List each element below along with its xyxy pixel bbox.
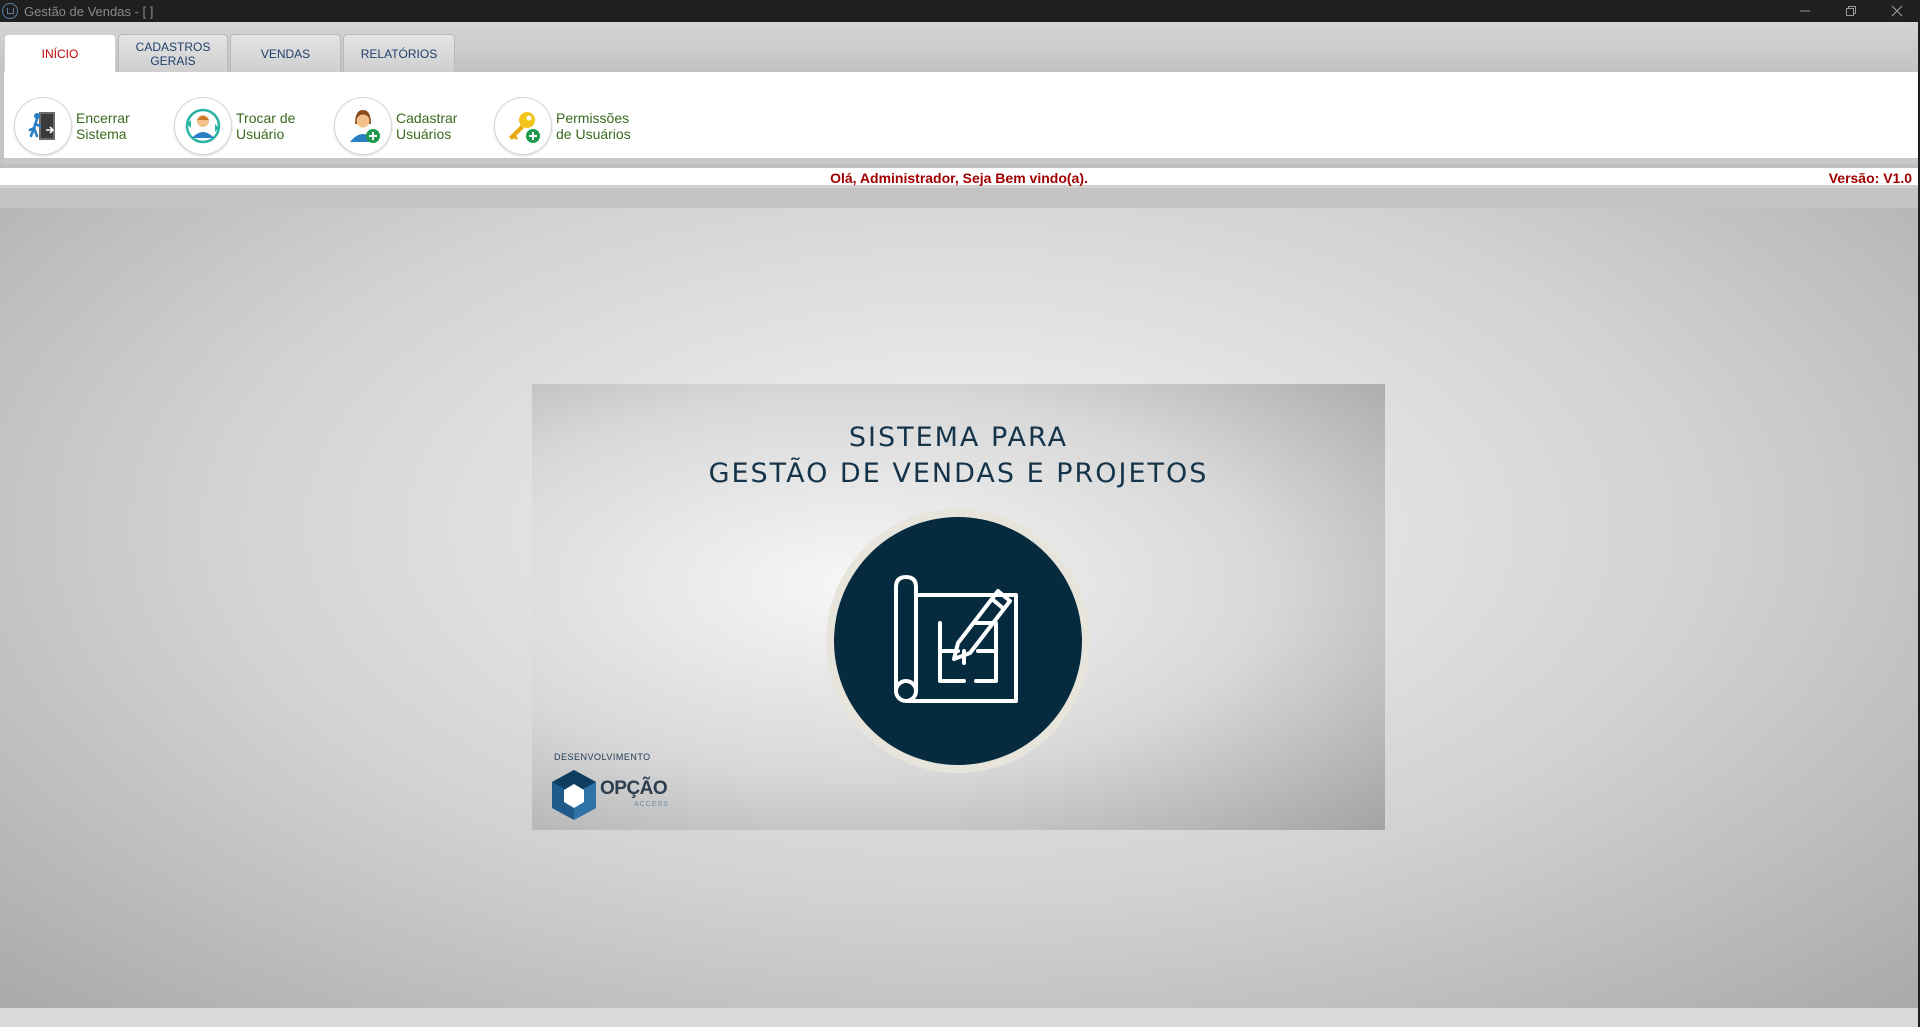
logo-text: OPÇÃO	[600, 778, 668, 799]
ribbon-panel: Encerrar Sistema Trocar de Usuário Cadas…	[4, 72, 1918, 164]
minimize-button[interactable]	[1782, 0, 1828, 22]
label-line1: Permissões	[556, 110, 630, 126]
label-line1: Cadastrar	[396, 110, 458, 126]
close-button[interactable]	[1874, 0, 1920, 22]
user-permissions-label: Permissões de Usuários	[556, 110, 631, 142]
status-bar: Olá, Administrador, Seja Bem vindo(a). V…	[0, 168, 1918, 188]
emblem-circle	[834, 517, 1082, 765]
exit-door-icon	[28, 112, 55, 140]
splash-title-line2: GESTÃO DE VENDAS E PROJETOS	[708, 458, 1209, 489]
user-permissions-button[interactable]: Permissões de Usuários	[494, 97, 631, 155]
label-line2: Sistema	[76, 126, 127, 142]
app-window: INÍCIO CADASTROS GERAIS VENDAS RELATÓRIO…	[0, 22, 1920, 1027]
company-logo: OPÇÃO ACCESS	[550, 768, 690, 822]
register-users-button[interactable]: Cadastrar Usuários	[334, 97, 457, 155]
exit-system-label: Encerrar Sistema	[76, 110, 130, 142]
minimize-icon	[1800, 10, 1810, 12]
restore-button[interactable]	[1828, 0, 1874, 22]
tab-label: RELATÓRIOS	[360, 46, 438, 61]
hexagon-logo-icon	[552, 770, 596, 820]
tab-label: INÍCIO	[41, 47, 79, 61]
switch-user-icon	[185, 108, 221, 144]
version-label: Versão: V1.0	[1828, 170, 1912, 186]
switch-user-circle	[174, 97, 232, 155]
blueprint-pencil-icon	[894, 575, 1018, 703]
restore-icon	[1846, 6, 1856, 16]
window-controls	[1782, 0, 1920, 22]
welcome-message: Olá, Administrador, Seja Bem vindo(a).	[830, 170, 1088, 186]
key-permission-icon	[509, 112, 540, 143]
label-line2: Usuário	[236, 126, 285, 142]
tab-label: CADASTROS GERAIS	[136, 40, 211, 68]
window-title-bar: Gestão de Vendas - [ ]	[0, 0, 1920, 22]
register-users-label: Cadastrar Usuários	[396, 110, 457, 142]
tab-vendas[interactable]: VENDAS	[230, 34, 341, 72]
label-line2: de Usuários	[556, 126, 631, 142]
logo-subtext: ACCESS	[634, 801, 669, 808]
label-line1: Encerrar	[76, 110, 130, 126]
label-line2: Usuários	[396, 126, 452, 142]
switch-user-label: Trocar de Usuário	[236, 110, 295, 142]
user-permissions-circle	[494, 97, 552, 155]
emblem-ring	[826, 509, 1090, 773]
register-users-circle	[334, 97, 392, 155]
tab-relatorios[interactable]: RELATÓRIOS	[343, 34, 455, 72]
switch-user-button[interactable]: Trocar de Usuário	[174, 97, 295, 155]
ribbon-tab-bar: INÍCIO CADASTROS GERAIS VENDAS RELATÓRIO…	[0, 22, 1918, 73]
label-line1: Trocar de	[236, 110, 296, 126]
splash-panel: SISTEMA PARA GESTÃO DE VENDAS E PROJETOS	[532, 384, 1385, 830]
splash-title-line1: SISTEMA PARA	[848, 422, 1069, 453]
app-icon	[2, 3, 18, 19]
bottom-status-bar	[0, 1008, 1918, 1027]
tab-inicio[interactable]: INÍCIO	[4, 34, 116, 73]
close-icon	[1891, 5, 1903, 17]
window-title: Gestão de Vendas - [ ]	[24, 3, 154, 19]
tab-cadastros-gerais[interactable]: CADASTROS GERAIS	[118, 34, 228, 72]
tab-label: VENDAS	[260, 46, 311, 61]
exit-button-circle	[14, 97, 72, 155]
developer-label: DESENVOLVIMENTO	[554, 752, 651, 762]
tab-label-line1: CADASTROS	[135, 39, 211, 54]
add-user-icon	[350, 110, 380, 143]
exit-system-button[interactable]: Encerrar Sistema	[14, 97, 130, 155]
tab-label-line2: GERAIS	[150, 53, 196, 68]
